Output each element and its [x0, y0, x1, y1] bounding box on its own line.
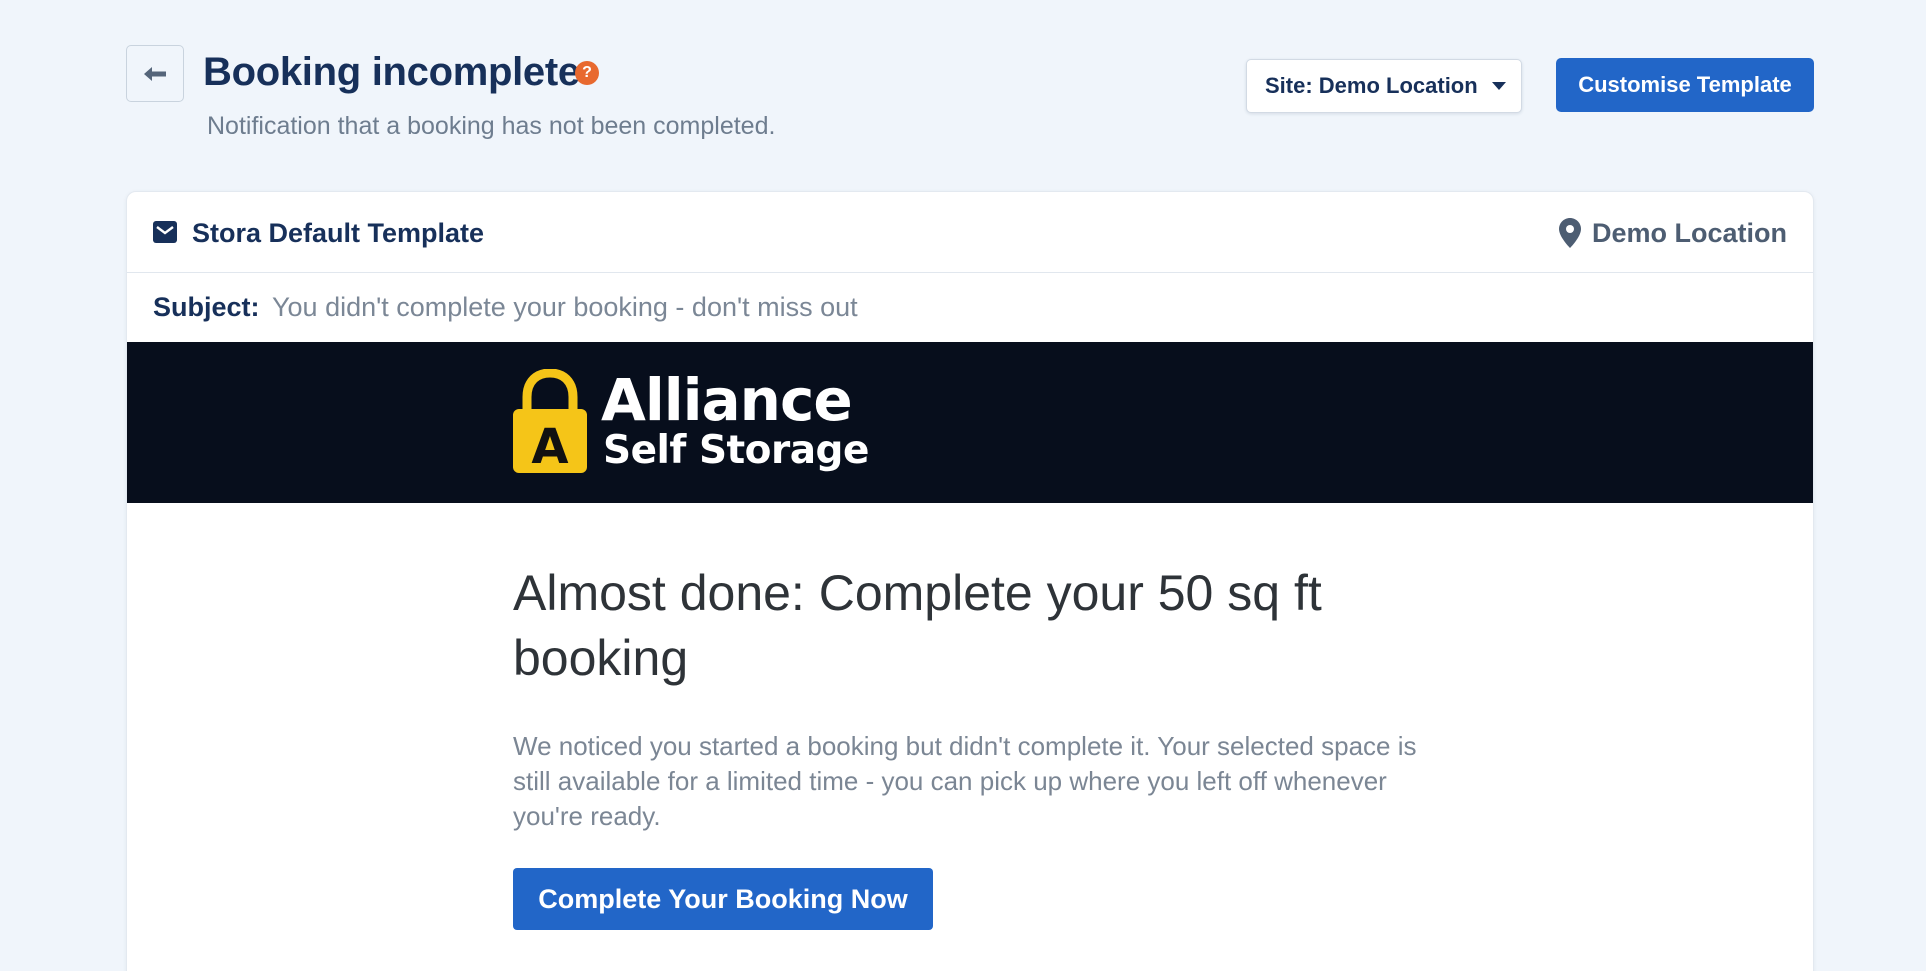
svg-text:A: A — [531, 419, 568, 473]
customise-template-button[interactable]: Customise Template — [1556, 58, 1814, 112]
template-editor-page: Booking incomplete ? Notification that a… — [0, 0, 1926, 971]
email-banner: A Alliance Self Storage — [127, 342, 1813, 503]
logo-wordmark: Alliance — [601, 366, 853, 434]
complete-booking-button[interactable]: Complete Your Booking Now — [513, 868, 933, 930]
chevron-down-icon — [1491, 82, 1506, 90]
site-select[interactable]: Site: Demo Location — [1246, 59, 1522, 113]
back-button[interactable] — [126, 45, 184, 102]
card-header: Stora Default Template Demo Location — [127, 192, 1813, 273]
email-body: Almost done: Complete your 50 sq ft book… — [127, 503, 1813, 930]
company-logo: A Alliance Self Storage — [513, 366, 869, 479]
question-circle-icon[interactable]: ? — [575, 61, 599, 85]
subject-row: Subject: You didn't complete your bookin… — [127, 273, 1813, 342]
subject-label: Subject: — [153, 292, 260, 322]
arrow-left-icon — [144, 66, 166, 81]
map-pin-icon — [1559, 218, 1581, 248]
envelope-icon — [153, 221, 177, 243]
email-body-text: We noticed you started a booking but did… — [513, 731, 1417, 831]
page-title: Booking incomplete — [203, 50, 580, 94]
location-name: Demo Location — [1591, 218, 1787, 248]
page-subtitle: Notification that a booking has not been… — [207, 112, 776, 140]
template-name: Stora Default Template — [192, 218, 485, 248]
email-heading: Almost done: Complete your 50 sq ft book… — [513, 565, 1322, 686]
logo-tagline: Self Storage — [603, 428, 869, 473]
template-preview-card: Stora Default Template Demo Location Sub… — [126, 191, 1814, 971]
site-select-value: Site: Demo Location — [1265, 73, 1478, 98]
subject-value: You didn't complete your booking - don't… — [272, 292, 858, 322]
padlock-icon: A — [513, 369, 587, 473]
